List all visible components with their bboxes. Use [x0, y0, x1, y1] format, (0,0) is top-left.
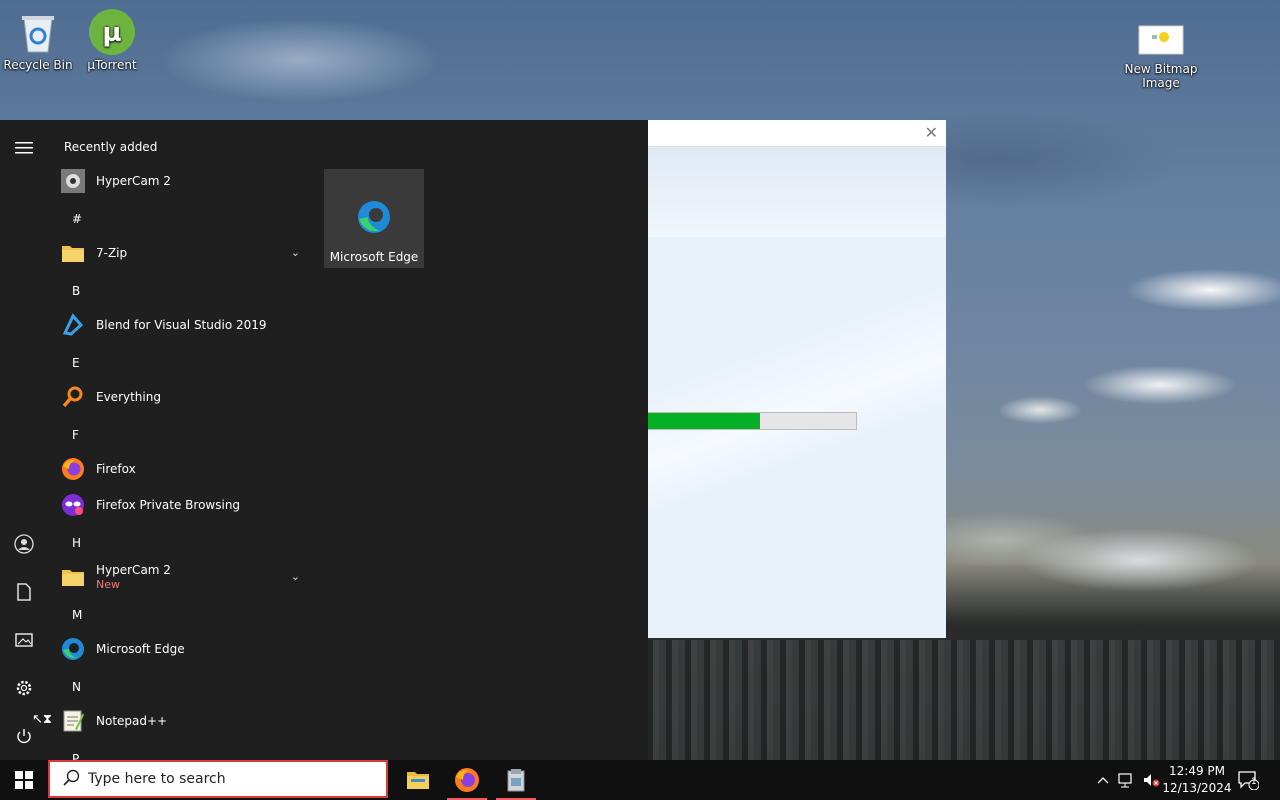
blend-icon — [60, 312, 86, 338]
utorrent-icon: µ — [88, 8, 136, 56]
progress-bar-fill — [648, 413, 761, 429]
firefox-icon — [60, 456, 86, 482]
start-rail: ↖⧗ — [0, 120, 52, 760]
windows-logo-icon — [15, 771, 33, 789]
background-installer-window: ✕ — [648, 120, 946, 638]
list-item-edge[interactable]: Microsoft Edge — [60, 633, 310, 665]
new-badge: New — [96, 578, 120, 591]
taskbar-clock[interactable]: 12:49 PM 12/13/2024 — [1162, 763, 1232, 797]
edge-icon — [356, 199, 392, 238]
taskbar: 12:49 PM 12/13/2024 1 — [0, 760, 1280, 800]
start-button[interactable] — [0, 760, 48, 800]
list-item-blend[interactable]: Blend for Visual Studio 2019 — [60, 309, 310, 341]
group-header-m[interactable]: M — [72, 608, 82, 622]
group-header-n[interactable]: N — [72, 680, 81, 694]
private-mask-icon — [60, 492, 86, 518]
settings-icon[interactable] — [12, 676, 36, 700]
chevron-up-icon[interactable] — [1094, 760, 1112, 800]
firefox-icon — [455, 768, 479, 792]
taskbar-installer[interactable] — [492, 760, 540, 800]
desktop-icon-new-bitmap[interactable]: New Bitmap Image — [1123, 20, 1199, 90]
chevron-down-icon[interactable]: ⌄ — [291, 246, 300, 259]
window-body — [648, 237, 946, 638]
list-item-everything[interactable]: Everything — [60, 381, 310, 413]
taskbar-firefox[interactable] — [443, 760, 491, 800]
notepadpp-icon — [60, 708, 86, 734]
search-input[interactable] — [86, 770, 370, 788]
start-menu: ↖⧗ Recently added HyperCam 2 # 7-Zip ⌄ B… — [0, 120, 648, 760]
window-banner — [648, 147, 946, 238]
app-label: Firefox — [96, 462, 136, 476]
app-label: 7-Zip — [96, 246, 128, 260]
app-label: Firefox Private Browsing — [96, 498, 241, 512]
progress-bar — [648, 412, 857, 430]
action-center-icon[interactable]: 1 — [1234, 760, 1262, 800]
documents-icon[interactable] — [12, 580, 36, 604]
edge-icon — [60, 636, 86, 662]
installer-icon — [507, 769, 525, 792]
group-header-f[interactable]: F — [72, 428, 79, 442]
hypercam-icon — [60, 168, 86, 194]
notification-count: 1 — [1251, 777, 1257, 787]
search-icon — [62, 769, 80, 790]
city-skyline — [640, 640, 1280, 760]
clock-date: 12/13/2024 — [1162, 781, 1232, 795]
app-label: Microsoft Edge — [96, 642, 185, 656]
group-header-h[interactable]: H — [72, 536, 81, 550]
list-item-hypercam-folder[interactable]: HyperCam 2 New ⌄ — [60, 561, 310, 593]
volume-muted-icon[interactable] — [1140, 760, 1162, 800]
list-item-notepadpp[interactable]: Notepad++ — [60, 705, 310, 737]
list-item-firefox-private[interactable]: Firefox Private Browsing — [60, 489, 310, 521]
power-icon[interactable] — [12, 724, 36, 748]
hamburger-icon[interactable] — [12, 136, 36, 160]
list-item-hypercam-recent[interactable]: HyperCam 2 — [60, 165, 310, 197]
pictures-icon[interactable] — [12, 628, 36, 652]
group-header-b[interactable]: B — [72, 284, 80, 298]
recently-added-header: Recently added — [64, 140, 158, 154]
recycle-bin-icon — [14, 8, 62, 56]
list-item-firefox[interactable]: Firefox — [60, 453, 310, 485]
close-icon[interactable]: ✕ — [925, 123, 938, 142]
desktop-icon-recycle-bin[interactable]: Recycle Bin — [0, 8, 76, 72]
window-titlebar: ✕ — [648, 120, 946, 147]
taskbar-file-explorer[interactable] — [394, 760, 442, 800]
bitmap-file-icon — [1137, 20, 1185, 60]
list-item-7zip[interactable]: 7-Zip ⌄ — [60, 237, 310, 269]
app-list: Recently added HyperCam 2 # 7-Zip ⌄ B Bl… — [48, 120, 310, 760]
svg-text:µ: µ — [102, 18, 121, 48]
group-header-p[interactable]: P — [72, 752, 79, 760]
file-explorer-icon — [407, 772, 429, 789]
chevron-down-icon[interactable]: ⌄ — [291, 570, 300, 583]
user-icon[interactable] — [12, 532, 36, 556]
desktop-icon-utorrent[interactable]: µ µTorrent — [74, 8, 150, 72]
folder-icon — [60, 240, 86, 266]
app-label: HyperCam 2 — [96, 563, 171, 577]
tile-microsoft-edge[interactable]: Microsoft Edge — [324, 169, 424, 268]
app-label: Blend for Visual Studio 2019 — [96, 318, 267, 332]
app-label: HyperCam 2 — [96, 174, 171, 188]
folder-icon — [60, 564, 86, 590]
app-label: Everything — [96, 390, 161, 404]
taskbar-search-box[interactable] — [48, 760, 388, 798]
network-icon[interactable] — [1116, 760, 1138, 800]
tile-label: Microsoft Edge — [329, 250, 419, 264]
app-label: Notepad++ — [96, 714, 168, 728]
magnifier-icon — [60, 384, 86, 410]
clock-time: 12:49 PM — [1169, 764, 1225, 778]
group-header-e[interactable]: E — [72, 356, 80, 370]
group-header-hash[interactable]: # — [72, 212, 82, 226]
